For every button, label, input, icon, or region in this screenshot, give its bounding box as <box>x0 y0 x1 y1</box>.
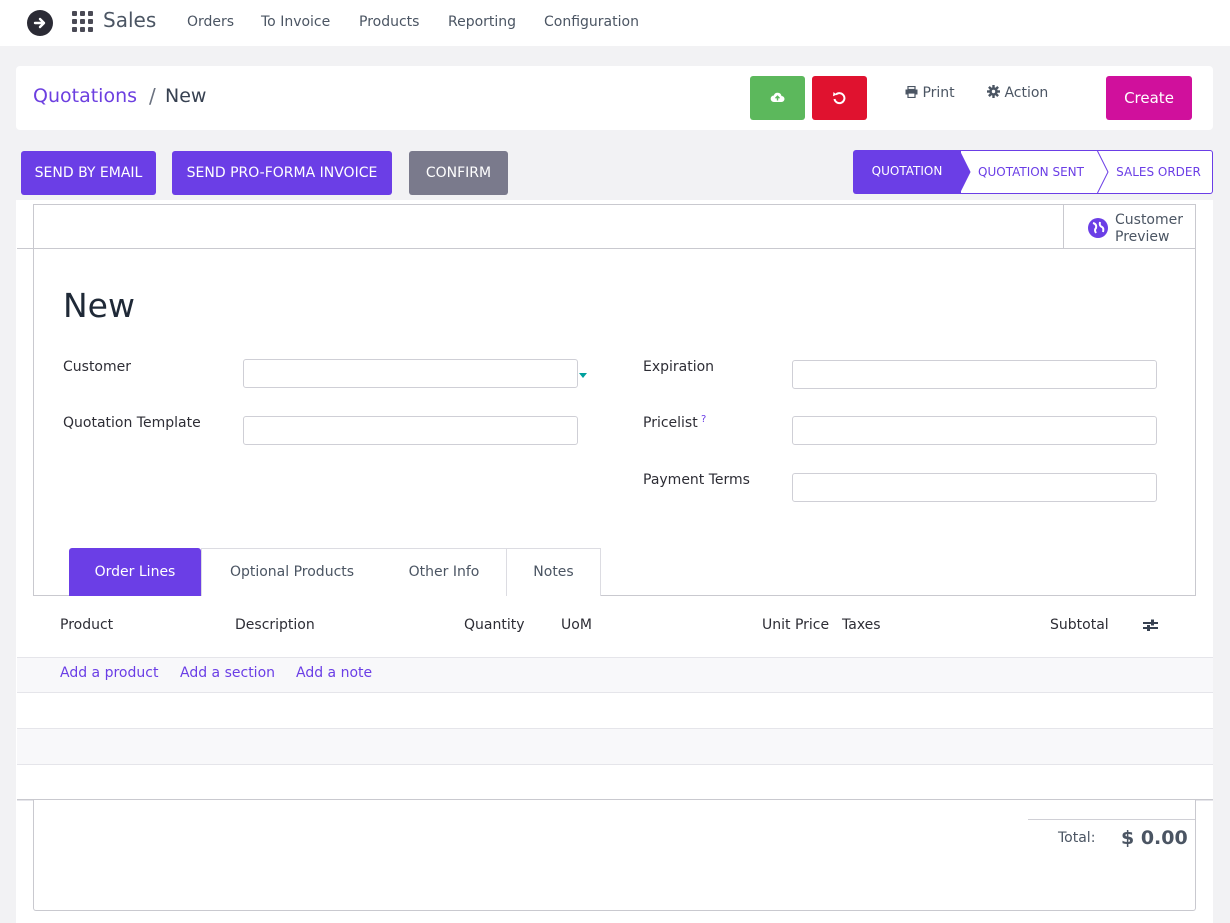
quotation-template-label: Quotation Template <box>63 415 201 431</box>
tab-order-lines[interactable]: Order Lines <box>69 548 201 596</box>
app-name[interactable]: Sales <box>103 8 156 32</box>
send-pro-forma-button[interactable]: SEND PRO-FORMA INVOICE <box>172 151 392 195</box>
print-button[interactable]: Print <box>905 85 955 101</box>
column-unit-price[interactable]: Unit Price <box>762 617 829 633</box>
breadcrumb-separator: / <box>149 84 156 108</box>
column-uom[interactable]: UoM <box>561 617 592 633</box>
expiration-label: Expiration <box>643 359 715 375</box>
form-sheet-footer <box>33 800 1196 911</box>
action-button[interactable]: Action <box>987 85 1048 101</box>
stage-quotation-sent[interactable]: QUOTATION SENT <box>960 150 1102 194</box>
stage-chevron-icon <box>1097 150 1109 194</box>
customer-field[interactable] <box>243 359 578 388</box>
stage-chevron-active-icon <box>959 150 971 194</box>
home-menu-icon[interactable] <box>27 10 53 36</box>
gear-icon <box>987 85 1000 98</box>
record-title: New <box>63 286 135 325</box>
expiration-field[interactable] <box>792 360 1157 389</box>
action-label: Action <box>1004 85 1049 101</box>
column-taxes[interactable]: Taxes <box>842 617 881 633</box>
add-product-link[interactable]: Add a product <box>60 665 158 681</box>
customer-label: Customer <box>63 359 132 375</box>
create-button[interactable]: Create <box>1106 76 1192 120</box>
breadcrumb-quotations[interactable]: Quotations <box>33 85 137 107</box>
breadcrumb-current: New <box>165 85 207 107</box>
customer-dropdown-caret-icon[interactable] <box>579 373 587 378</box>
menu-configuration[interactable]: Configuration <box>544 14 639 30</box>
menu-reporting[interactable]: Reporting <box>448 14 516 30</box>
customer-preview-button[interactable]: Customer Preview <box>1063 205 1195 248</box>
total-label: Total: <box>1058 830 1096 846</box>
stage-quotation[interactable]: QUOTATION <box>853 150 961 194</box>
apps-grid-icon[interactable] <box>72 11 93 32</box>
stage-sales-order[interactable]: SALES ORDER <box>1099 150 1213 194</box>
pricelist-help-icon[interactable]: ? <box>701 414 706 425</box>
optional-columns-icon[interactable] <box>1143 619 1158 632</box>
payment-terms-field[interactable] <box>792 473 1157 502</box>
table-row <box>17 693 1213 729</box>
discard-button[interactable] <box>812 76 867 120</box>
table-row <box>17 765 1213 801</box>
tab-optional-products[interactable]: Optional Products <box>201 548 383 596</box>
tab-other-info[interactable]: Other Info <box>382 548 507 596</box>
quotation-template-field[interactable] <box>243 416 578 445</box>
column-product[interactable]: Product <box>60 617 113 633</box>
form-sheet <box>33 204 1196 596</box>
pricelist-field[interactable] <box>792 416 1157 445</box>
print-label: Print <box>922 85 955 101</box>
top-navbar: Sales Orders To Invoice Products Reporti… <box>0 0 1230 46</box>
total-amount: $ 0.00 <box>1121 827 1188 849</box>
pricelist-label: Pricelist <box>643 415 698 431</box>
column-subtotal[interactable]: Subtotal <box>1050 617 1109 633</box>
column-quantity[interactable]: Quantity <box>464 617 525 633</box>
add-note-link[interactable]: Add a note <box>296 665 372 681</box>
add-section-link[interactable]: Add a section <box>180 665 275 681</box>
globe-icon <box>1088 218 1108 238</box>
cloud-upload-icon <box>770 92 785 103</box>
printer-icon <box>905 85 918 99</box>
send-by-email-button[interactable]: SEND BY EMAIL <box>21 151 156 195</box>
control-panel: Quotations / New Print Action Create <box>16 66 1213 130</box>
customer-preview-label-1: Customer <box>1115 212 1184 228</box>
menu-to-invoice[interactable]: To Invoice <box>261 14 330 30</box>
tab-notes[interactable]: Notes <box>506 548 601 596</box>
table-row <box>17 729 1213 765</box>
payment-terms-label: Payment Terms <box>643 472 750 488</box>
undo-icon <box>833 92 846 105</box>
save-button[interactable] <box>750 76 805 120</box>
menu-products[interactable]: Products <box>359 14 419 30</box>
button-box-divider <box>17 248 1196 249</box>
menu-orders[interactable]: Orders <box>187 14 234 30</box>
column-description[interactable]: Description <box>235 617 315 633</box>
total-divider <box>1028 819 1195 820</box>
confirm-button[interactable]: CONFIRM <box>409 151 508 195</box>
customer-preview-label-2: Preview <box>1115 229 1170 245</box>
